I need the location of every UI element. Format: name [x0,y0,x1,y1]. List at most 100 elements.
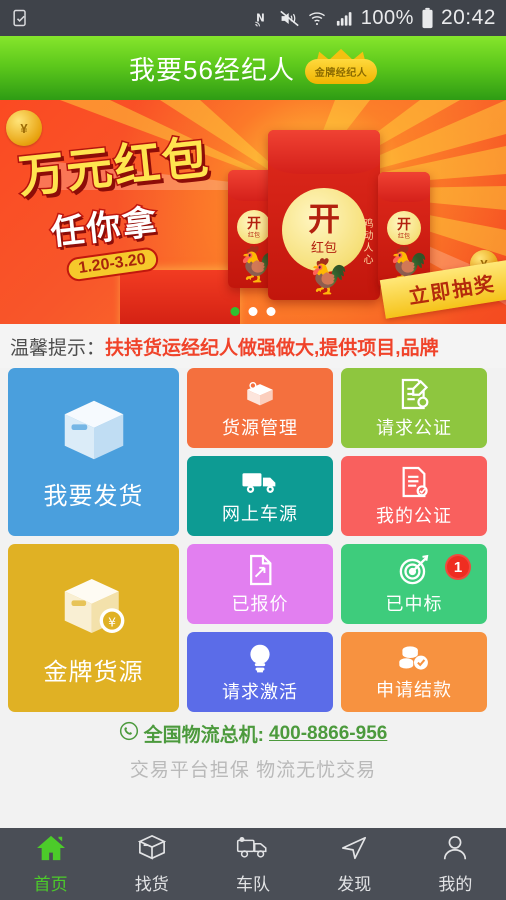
box-search-icon [243,377,277,411]
hotline-label: 全国物流总机: [143,725,264,746]
status-bar: N 100% 20:42 [0,0,506,36]
tile-label: 已报价 [231,593,289,614]
box-icon [58,394,130,466]
tile-label: 申请结款 [376,679,452,700]
envelope-sub-text: 红包 [247,232,260,239]
feature-grid-row: ¥ 金牌货源 已报价 请求激活 已中标 1 申请结款 [8,544,498,712]
notice-label: 温馨提示： [10,337,106,359]
document-check-icon [398,465,430,499]
nav-item-find-goods[interactable]: 找货 [101,834,202,895]
tile-label: 货源管理 [222,417,298,438]
document-edit-icon [398,377,430,411]
envelope-seal: 开 红包 [237,210,271,245]
rooster-icon: 🐓 [307,258,350,296]
truck-icon [236,834,270,867]
lightbulb-icon [245,641,275,675]
tile-gold-goods[interactable]: ¥ 金牌货源 [8,544,179,712]
box-icon [137,834,167,867]
banner-dot[interactable] [266,307,276,316]
nav-item-fleet[interactable]: 车队 [202,834,303,895]
truck-icon [241,467,279,497]
envelope-open-text: 开 [397,215,411,232]
footer-info: 全国物流总机: 400-8866-956 交易平台担保 物流无忧交易 [0,720,506,782]
nav-item-profile[interactable]: 我的 [405,834,506,895]
app-header: 我要56经纪人 金牌经纪人 [0,36,506,100]
phone-icon [119,721,139,747]
feature-grid: 我要发货 货源管理 网上车源 请求公证 我的公证 ¥ 金牌货源 已报价 请求激活… [0,368,506,712]
tile-label: 我的公证 [376,505,452,526]
tile-label: 请求激活 [222,681,298,702]
coins-check-icon [397,643,431,673]
feature-grid-col: 请求公证 我的公证 [341,368,487,536]
compass-arrow-icon [339,834,369,867]
wifi-icon [307,9,327,28]
status-bar-right: N 100% 20:42 [253,6,496,30]
hotline[interactable]: 全国物流总机: 400-8866-956 [0,720,506,747]
status-badge: 1 [445,554,471,580]
status-badge-label: 金牌经纪人 [304,59,377,84]
banner-pagination[interactable] [230,307,276,316]
status-bar-left [10,8,30,28]
tile-label: 请求公证 [376,417,452,438]
nfc-icon: N [253,9,272,28]
tile-label: 我要发货 [43,482,144,510]
nav-item-label: 车队 [236,874,270,894]
feature-grid-col: 货源管理 网上车源 [187,368,333,536]
tile-online-vehicles[interactable]: 网上车源 [187,456,333,536]
gift-box-graphic [120,270,240,324]
nav-item-home[interactable]: 首页 [0,834,101,895]
banner-headline: 万元红包 任你拿 1.20-3.20 [14,120,229,285]
envelope-open-text: 开 [307,201,340,238]
nav-item-discover[interactable]: 发现 [304,834,405,895]
notice-bar[interactable]: 温馨提示： 扶持货运经纪人做强做大,提供项目,品牌 [0,324,506,368]
promo-banner[interactable]: ¥ ¥ 开 红包 🐓 开 红包 鸡动人心 🐓 开 红包 🐓 万元红包 任你拿 1… [0,100,506,324]
feature-grid-col: 已中标 1 申请结款 [341,544,487,712]
banner-dot[interactable] [230,307,240,316]
red-envelope-main[interactable]: 开 红包 鸡动人心 🐓 [268,130,380,300]
tile-apply-settlement[interactable]: 申请结款 [341,632,487,712]
home-icon [36,834,66,867]
envelope-seal: 开 红包 [387,211,421,246]
nav-item-label: 发现 [337,874,372,894]
envelope-side-text: 鸡动人心 [361,218,372,267]
envelope-sub-text: 红包 [310,240,337,256]
nav-item-label: 找货 [134,874,169,894]
svg-text:¥: ¥ [108,615,116,629]
footer-slogan: 交易平台担保 物流无忧交易 [129,760,377,781]
nav-item-label: 首页 [33,874,68,894]
screenshot-icon [10,8,30,28]
page-title: 我要56经纪人 [129,54,295,85]
tile-goods-management[interactable]: 货源管理 [187,368,333,448]
tile-quoted[interactable]: 已报价 [187,544,333,624]
feature-grid-row: 我要发货 货源管理 网上车源 请求公证 我的公证 [8,368,498,536]
quote-document-icon [245,553,275,587]
bottom-nav: 首页 找货 车队 发现 我的 [0,828,506,900]
red-envelope-small: 开 红包 🐓 [378,172,430,288]
envelope-sub-text: 红包 [397,233,410,240]
tile-send-goods[interactable]: 我要发货 [8,368,179,536]
battery-icon [421,7,434,29]
tile-label: 金牌货源 [43,658,144,686]
envelope-open-text: 开 [247,214,261,231]
status-badge: 金牌经纪人 [304,48,377,86]
clock: 20:42 [440,6,496,29]
feature-grid-col: 已报价 请求激活 [187,544,333,712]
notice-text: 扶持货运经纪人做强做大,提供项目,品牌 [105,337,439,359]
person-icon [440,834,470,867]
envelope-flap [378,172,430,203]
banner-dot[interactable] [248,307,258,316]
tile-request-activation[interactable]: 请求激活 [187,632,333,712]
tile-request-notarization[interactable]: 请求公证 [341,368,487,448]
tile-my-notarization[interactable]: 我的公证 [341,456,487,536]
tile-label: 网上车源 [222,503,298,524]
box-money-icon: ¥ [58,570,130,642]
signal-icon [334,9,354,28]
envelope-flap [268,130,380,175]
nav-item-label: 我的 [438,874,473,894]
target-icon [397,553,431,587]
hotline-number[interactable]: 400-8866-956 [269,723,387,745]
tile-won-bid[interactable]: 已中标 1 [341,544,487,624]
tile-label: 已中标 [385,593,443,614]
battery-percent: 100% [360,6,414,29]
mute-icon [279,9,300,28]
